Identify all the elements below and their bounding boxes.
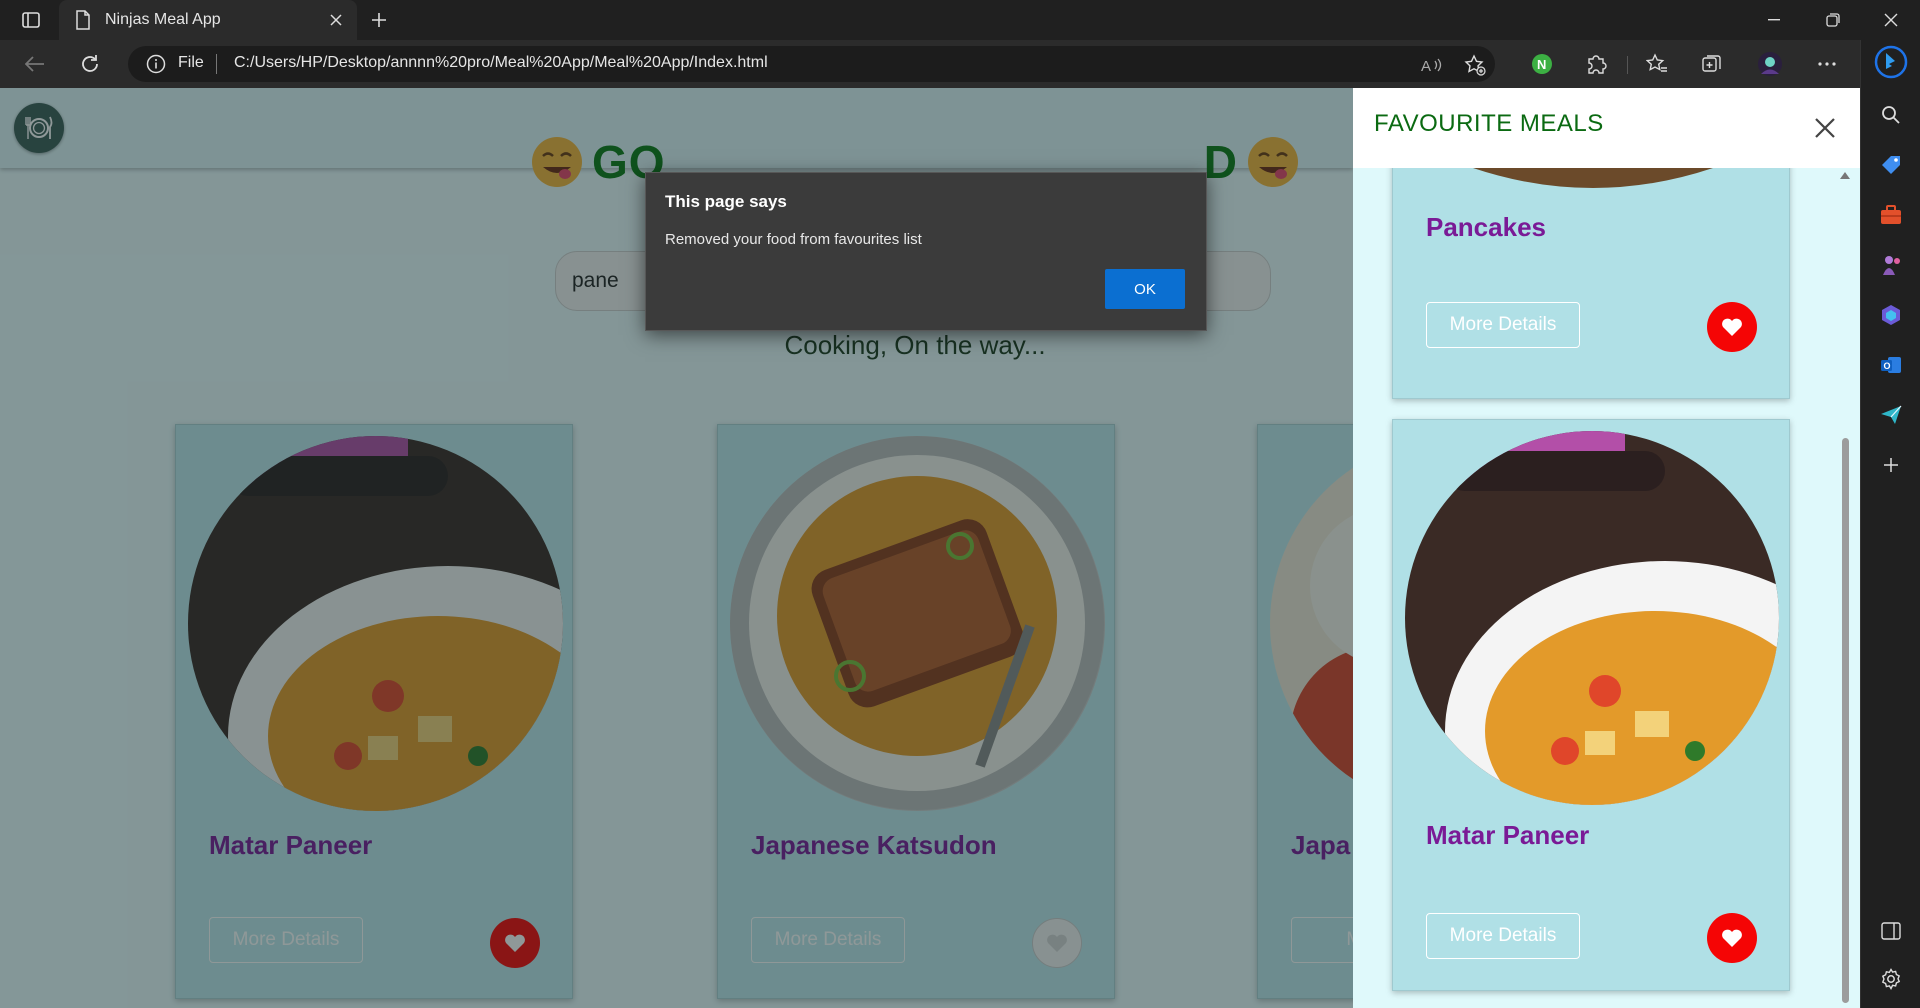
refresh-icon[interactable]: [73, 48, 107, 80]
meal-name: Pancakes: [1426, 212, 1546, 242]
favourites-panel: Pancakes Pancakes More Details: [1353, 88, 1860, 1008]
more-details-button[interactable]: More Details: [1426, 302, 1580, 348]
alert-ok-button[interactable]: OK: [1105, 269, 1185, 309]
info-icon[interactable]: [146, 54, 166, 74]
url-text[interactable]: C:/Users/HP/Desktop/annnn%20pro/Meal%20A…: [234, 54, 768, 72]
browser-toolbar: File C:/Users/HP/Desktop/annnn%20pro/Mea…: [0, 40, 1920, 88]
svg-text:N: N: [1537, 57, 1546, 72]
heart-icon: [1722, 318, 1742, 336]
tab-actions-icon[interactable]: [14, 7, 48, 33]
search-icon[interactable]: [1873, 97, 1909, 133]
new-tab-icon[interactable]: [362, 5, 396, 35]
more-details-button[interactable]: More Details: [1426, 913, 1580, 959]
scroll-up-arrow-icon[interactable]: [1840, 172, 1850, 179]
favourites-panel-header: FAVOURITE MEALS: [1353, 88, 1860, 168]
close-window-icon[interactable]: [1862, 0, 1920, 40]
pancakes-card-visible-part: Pancakes More Details: [1392, 168, 1790, 399]
page-viewport: GO D Cooking, On the way... Matar P: [0, 88, 1860, 1008]
meal-image: [1405, 431, 1779, 805]
minimize-icon[interactable]: [1745, 0, 1803, 40]
meal-name: Matar Paneer: [1426, 820, 1590, 850]
browser-tab[interactable]: Ninjas Meal App: [59, 0, 357, 40]
bing-copilot-icon[interactable]: [1873, 44, 1909, 80]
scheme-label: File: [178, 54, 204, 71]
favourites-panel-title: FAVOURITE MEALS: [1374, 110, 1604, 137]
hide-sidebar-icon[interactable]: [1873, 913, 1909, 949]
collections-icon[interactable]: [1695, 48, 1729, 80]
svg-text:O: O: [1884, 361, 1891, 371]
shopping-tag-icon[interactable]: [1873, 147, 1909, 183]
alert-message: Removed your food from favourites list: [665, 231, 922, 248]
svg-text:A: A: [1421, 58, 1431, 74]
outlook-icon[interactable]: O: [1873, 347, 1909, 383]
profile-avatar[interactable]: [1753, 48, 1787, 80]
pancakes-card-body: Pancakes More Details: [1392, 168, 1790, 399]
address-bar[interactable]: File C:/Users/HP/Desktop/annnn%20pro/Mea…: [128, 46, 1495, 82]
favourite-heart-button[interactable]: [1707, 302, 1757, 352]
browser-titlebar: Ninjas Meal App: [0, 0, 1920, 40]
add-favorite-icon[interactable]: [1463, 53, 1487, 77]
tools-briefcase-icon[interactable]: [1873, 197, 1909, 233]
alert-dialog: This page says Removed your food from fa…: [645, 172, 1207, 331]
back-icon[interactable]: [18, 48, 52, 80]
add-sidebar-app-icon[interactable]: [1873, 447, 1909, 483]
extension-n-icon[interactable]: N: [1525, 48, 1559, 80]
heart-icon: [1722, 929, 1742, 947]
favorites-icon[interactable]: [1640, 48, 1674, 80]
sidebar-settings-gear-icon[interactable]: [1873, 961, 1909, 997]
extensions-icon[interactable]: [1579, 48, 1613, 80]
meal-app-page: GO D Cooking, On the way... Matar P: [0, 88, 1860, 1008]
settings-more-icon[interactable]: [1810, 48, 1844, 80]
tab-title: Ninjas Meal App: [105, 11, 221, 28]
favourite-heart-button[interactable]: [1707, 913, 1757, 963]
copilot-icon[interactable]: [1873, 297, 1909, 333]
page-icon: [76, 10, 90, 30]
alert-title: This page says: [665, 192, 787, 211]
omnibox-divider: [216, 54, 217, 74]
scrollbar-thumb[interactable]: [1842, 438, 1849, 1003]
read-aloud-icon[interactable]: A: [1420, 53, 1444, 77]
games-icon[interactable]: [1873, 247, 1909, 283]
restore-icon[interactable]: [1804, 0, 1862, 40]
send-icon[interactable]: [1873, 397, 1909, 433]
toolbar-divider: [1627, 56, 1628, 74]
edge-sidebar: O: [1860, 40, 1920, 1008]
close-panel-icon[interactable]: [1807, 110, 1843, 146]
pancakes-image-edge: [1473, 168, 1713, 188]
favourite-meal-card: Matar Paneer More Details: [1392, 419, 1790, 991]
tab-close-icon[interactable]: [321, 5, 351, 35]
favourites-scrollbar[interactable]: [1838, 168, 1852, 1008]
